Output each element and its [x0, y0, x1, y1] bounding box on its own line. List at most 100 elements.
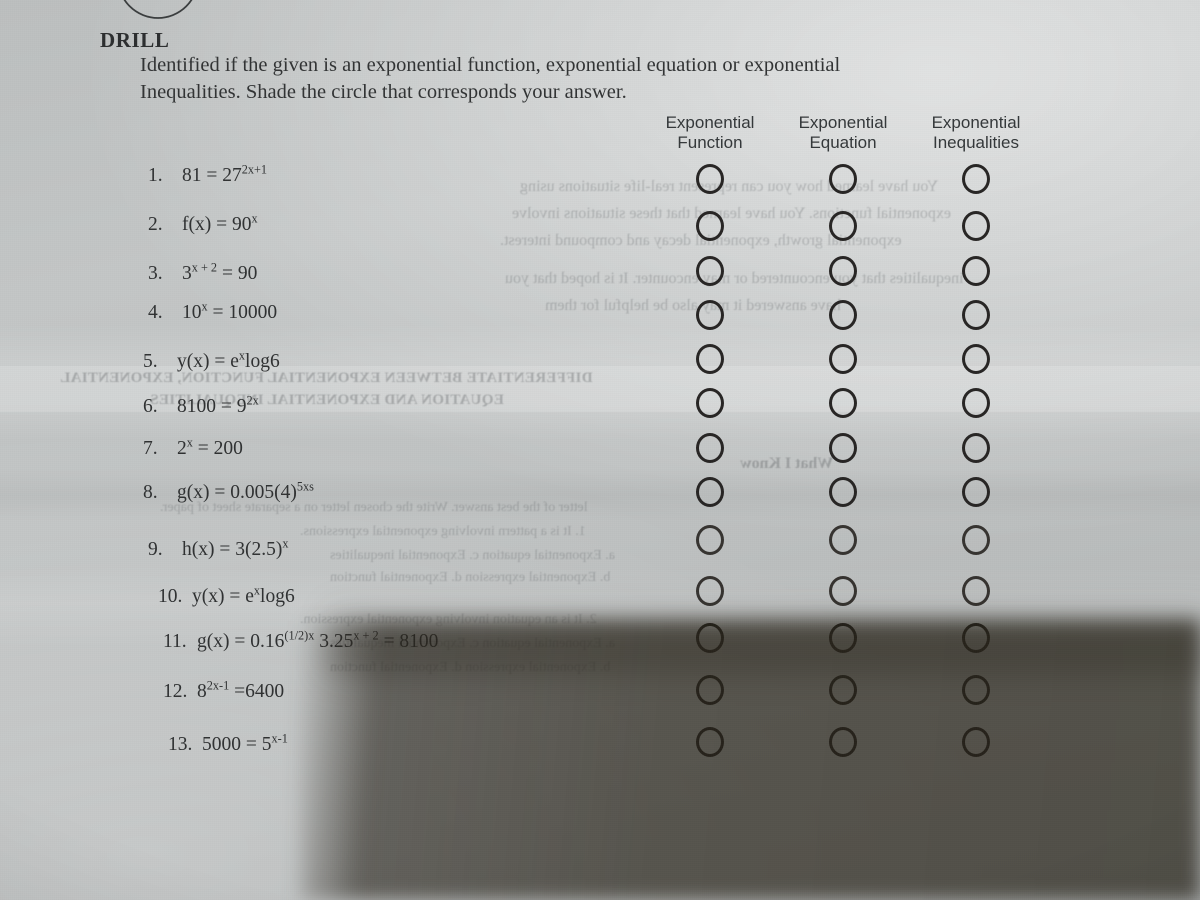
answer-bubble-exponential-inequalities-q2[interactable]: [962, 211, 990, 241]
answer-bubble-exponential-inequalities-q12[interactable]: [962, 675, 990, 705]
question-expression: g(x) = 0.16(1/2)x 3.25x + 2 = 8100: [197, 628, 439, 652]
answer-bubble-exponential-function-q7[interactable]: [696, 433, 724, 463]
question-number: 7.: [143, 438, 158, 459]
question-item: 6. 8100 = 92x: [143, 393, 259, 418]
question-item: 8. g(x) = 0.005(4)5xs: [143, 480, 314, 504]
answer-bubble-exponential-function-q5[interactable]: [696, 344, 724, 374]
question-number: 13.: [168, 734, 193, 755]
question-item: 5. y(x) = exlog6: [143, 348, 280, 373]
answer-bubble-exponential-inequalities-q11[interactable]: [962, 623, 990, 653]
question-item: 13. 5000 = 5x-1: [168, 731, 288, 756]
answer-bubble-exponential-function-q9[interactable]: [696, 525, 724, 555]
column-header-line2: Equation: [809, 132, 877, 152]
question-number: 12.: [163, 681, 188, 702]
question-item: 2. f(x) = 90x: [148, 211, 258, 236]
answer-bubble-exponential-inequalities-q3[interactable]: [962, 256, 990, 286]
answer-bubble-exponential-equation-q9[interactable]: [829, 525, 857, 555]
answer-bubble-exponential-function-q12[interactable]: [696, 675, 724, 705]
question-expression: 8100 = 92x: [177, 393, 259, 417]
column-header-line1: Exponential: [665, 113, 755, 132]
column-header-line2: Function: [677, 132, 743, 152]
question-number: 11.: [163, 631, 187, 652]
bleed-line: have answered it may also be helpful for…: [545, 297, 841, 314]
question-number: 5.: [143, 351, 158, 372]
bleed-heading: DIFFERENTIATE BETWEEN EXPONENTIAL FUNCTI…: [60, 370, 593, 386]
answer-bubble-exponential-equation-q3[interactable]: [829, 256, 857, 286]
bleed-line: exponential functions. You have learned …: [512, 205, 952, 222]
answer-bubble-exponential-equation-q6[interactable]: [829, 388, 857, 418]
instructions-line-2: Inequalities. Shade the circle that corr…: [140, 81, 627, 104]
question-number: 4.: [148, 302, 163, 323]
answer-bubble-exponential-inequalities-q6[interactable]: [962, 388, 990, 418]
question-number: 10.: [158, 586, 183, 607]
answer-bubble-exponential-inequalities-q9[interactable]: [962, 525, 990, 555]
bleed-line: You have learned how you can represent r…: [520, 178, 939, 195]
answer-bubble-exponential-function-q6[interactable]: [696, 388, 724, 418]
question-number: 9.: [148, 539, 163, 560]
question-expression: y(x) = exlog6: [177, 348, 280, 372]
question-number: 1.: [148, 165, 163, 186]
answer-bubble-exponential-function-q13[interactable]: [696, 727, 724, 757]
question-expression: 82x-1 =6400: [197, 678, 285, 702]
answer-bubble-exponential-equation-q5[interactable]: [829, 344, 857, 374]
bleed-line: b. Exponential expression d. Exponential…: [330, 660, 611, 675]
answer-bubble-exponential-function-q10[interactable]: [696, 576, 724, 606]
question-item: 7. 2x = 200: [143, 435, 243, 460]
answer-bubble-exponential-function-q8[interactable]: [696, 477, 724, 507]
answer-bubble-exponential-equation-q2[interactable]: [829, 211, 857, 241]
column-header-line1: Exponential: [798, 113, 888, 132]
bleed-line: b. Exponential expression d. Exponential…: [330, 570, 611, 585]
question-expression: 2x = 200: [177, 435, 243, 459]
column-header-line1: Exponential: [931, 113, 1021, 132]
question-number: 3.: [148, 263, 163, 284]
worksheet-content: You have learned how you can represent r…: [0, 0, 1200, 900]
answer-bubble-exponential-inequalities-q5[interactable]: [962, 344, 990, 374]
answer-bubble-exponential-inequalities-q4[interactable]: [962, 300, 990, 330]
answer-bubble-exponential-function-q11[interactable]: [696, 623, 724, 653]
answer-bubble-exponential-equation-q1[interactable]: [829, 164, 857, 194]
bleed-line: a. Exponential equation c. Exponential i…: [330, 548, 615, 563]
answer-bubble-exponential-inequalities-q1[interactable]: [962, 164, 990, 194]
question-item: 11. g(x) = 0.16(1/2)x 3.25x + 2 = 8100: [163, 628, 439, 653]
question-item: 12. 82x-1 =6400: [163, 678, 285, 703]
question-expression: 10x = 10000: [182, 299, 278, 323]
question-number: 8.: [143, 482, 158, 503]
answer-bubble-exponential-function-q2[interactable]: [696, 211, 724, 241]
question-expression: f(x) = 90x: [182, 211, 258, 235]
answer-bubble-exponential-equation-q4[interactable]: [829, 300, 857, 330]
circular-stamp-icon: [111, 0, 205, 28]
column-header-line2: Inequalities: [932, 132, 1019, 152]
question-number: 6.: [143, 396, 158, 417]
answer-bubble-exponential-inequalities-q13[interactable]: [962, 727, 990, 757]
answer-bubble-exponential-inequalities-q10[interactable]: [962, 576, 990, 606]
answer-bubble-exponential-function-q4[interactable]: [696, 300, 724, 330]
question-expression: 5000 = 5x-1: [202, 731, 288, 755]
question-number: 2.: [148, 214, 163, 235]
bleed-line: 2. It is an equation involving exponenti…: [300, 612, 597, 627]
answer-bubble-exponential-inequalities-q8[interactable]: [962, 477, 990, 507]
question-expression: 3x + 2 = 90: [182, 260, 258, 284]
answer-bubble-exponential-function-q3[interactable]: [696, 256, 724, 286]
answer-bubble-exponential-equation-q8[interactable]: [829, 477, 857, 507]
question-item: 4. 10x = 10000: [148, 299, 278, 324]
column-header-exponential-equation: Exponential Equation: [768, 113, 918, 152]
answer-bubble-exponential-function-q1[interactable]: [696, 164, 724, 194]
bleed-line: What I Know: [740, 455, 834, 472]
instructions-text: Identified if the given is an exponentia…: [140, 52, 1090, 106]
question-item: 1. 81 = 272x+1: [148, 162, 268, 187]
answer-bubble-exponential-inequalities-q7[interactable]: [962, 433, 990, 463]
instructions-line-1: Identified if the given is an exponentia…: [140, 54, 841, 76]
answer-bubble-exponential-equation-q12[interactable]: [829, 675, 857, 705]
answer-bubble-exponential-equation-q11[interactable]: [829, 623, 857, 653]
answer-bubble-exponential-equation-q10[interactable]: [829, 576, 857, 606]
page-title: DRILL: [100, 28, 170, 52]
question-expression: 81 = 272x+1: [182, 162, 268, 186]
column-header-exponential-function: Exponential Function: [635, 113, 785, 152]
question-expression: h(x) = 3(2.5)x: [182, 536, 289, 560]
question-expression: y(x) = exlog6: [192, 583, 295, 607]
question-item: 10. y(x) = exlog6: [158, 583, 295, 608]
answer-bubble-exponential-equation-q7[interactable]: [829, 433, 857, 463]
bleed-line: inequalities that you encountered or may…: [505, 270, 964, 287]
question-item: 3. 3x + 2 = 90: [148, 260, 258, 285]
answer-bubble-exponential-equation-q13[interactable]: [829, 727, 857, 757]
